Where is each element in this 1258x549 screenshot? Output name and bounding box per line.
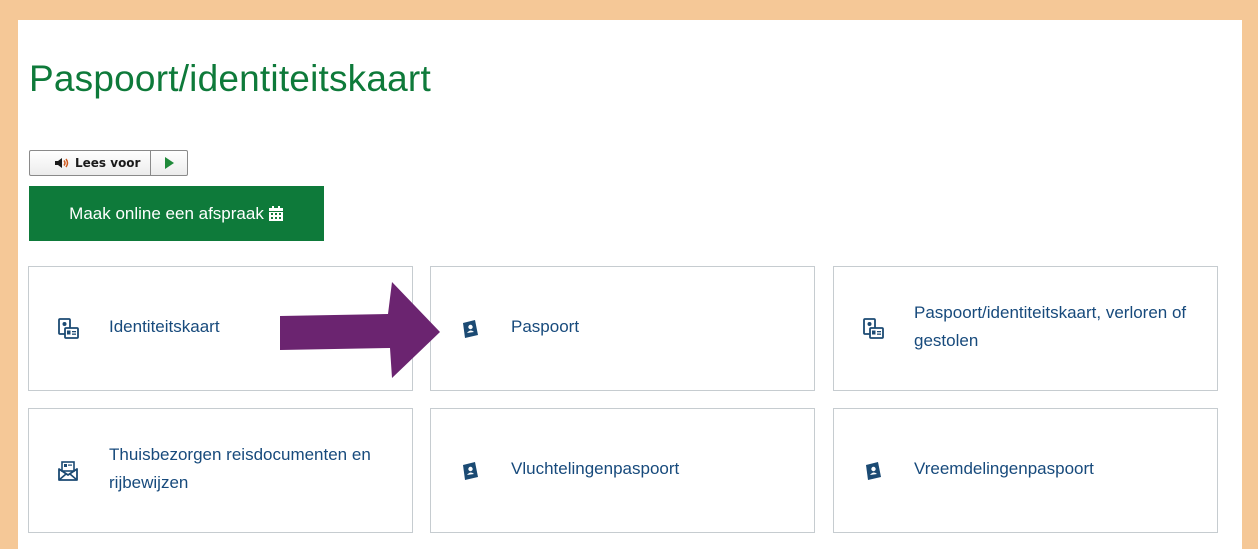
tile-vreemdelingenpaspoort[interactable]: Vreemdelingenpaspoort: [833, 408, 1218, 533]
tile-label: Paspoort: [511, 316, 580, 336]
tile-label: Vluchtelingenpaspoort: [511, 458, 680, 478]
tile-vluchtelingenpaspoort[interactable]: Vluchtelingenpaspoort: [430, 408, 815, 533]
tile-verloren-of-gestolen[interactable]: Paspoort/identiteitskaart, verloren of g…: [833, 266, 1218, 391]
tile-label: Identiteitskaart: [109, 316, 220, 336]
tile-label: Paspoort/identiteitskaart, verloren of g…: [914, 302, 1187, 350]
readspeaker-widget: Lees voor: [29, 150, 189, 176]
tile-paspoort[interactable]: Paspoort: [430, 266, 815, 391]
tile-identiteitskaart[interactable]: Identiteitskaart: [28, 266, 413, 391]
play-button[interactable]: [151, 151, 187, 175]
passport-icon: [459, 318, 481, 340]
tile-thuisbezorgen[interactable]: Thuisbezorgen reisdocumenten en rijbewij…: [28, 408, 413, 533]
passport-icon: [459, 460, 481, 482]
calendar-icon: [268, 205, 284, 222]
id-card-icon: [862, 317, 884, 340]
read-aloud-label: Lees voor: [75, 156, 141, 170]
envelope-icon: [57, 460, 79, 482]
content-frame: Paspoort/identiteitskaart Lees voor Maak…: [18, 20, 1242, 549]
passport-icon: [862, 460, 884, 482]
make-appointment-label: Maak online een afspraak: [69, 203, 264, 223]
make-appointment-button[interactable]: Maak online een afspraak: [29, 186, 324, 241]
tile-label: Thuisbezorgen reisdocumenten en rijbewij…: [109, 444, 371, 492]
tile-label: Vreemdelingenpaspoort: [914, 458, 1094, 478]
play-icon: [165, 157, 175, 169]
id-card-icon: [57, 317, 79, 340]
read-aloud-button[interactable]: Lees voor: [30, 151, 152, 175]
speaker-icon: [54, 157, 70, 169]
page-title: Paspoort/identiteitskaart: [29, 58, 431, 99]
